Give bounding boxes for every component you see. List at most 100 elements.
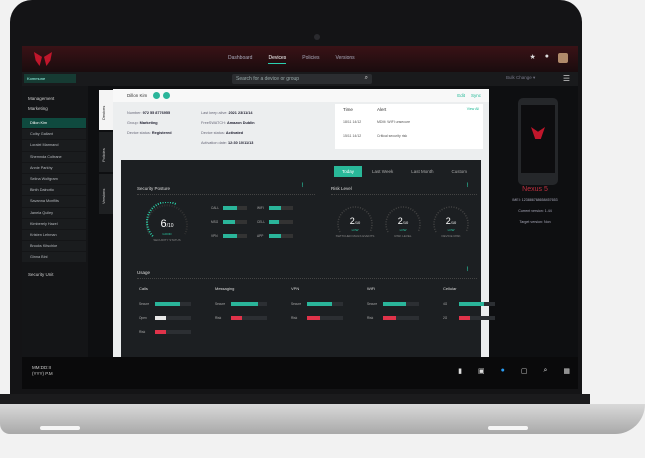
usage-bar-fill <box>383 302 407 306</box>
notification-bell-icon[interactable]: ● <box>545 53 549 63</box>
company-select[interactable]: Kommune <box>24 74 76 83</box>
search-input[interactable]: Search for a device or group ⌕ <box>232 74 372 84</box>
laptop-bezel: Dashboard Devices Policies Versions ★ ● … <box>10 0 582 400</box>
taskbar-clock: MM:DD:II (YYY) P.M <box>32 365 53 377</box>
usage-row-label: Open <box>139 316 147 320</box>
usage-row: Secure <box>367 302 419 306</box>
current-version: Current version: 1.44 <box>518 209 552 213</box>
timeframe-today[interactable]: Today <box>334 166 363 177</box>
timeframe-tabs: Today Last Week Last Month Custom <box>334 166 475 177</box>
list-item[interactable]: Savanna Mcnflits <box>22 196 86 208</box>
list-item[interactable]: Colby Gallant <box>22 129 86 141</box>
security-item-label: CELL <box>257 220 265 224</box>
timeframe-last-month[interactable]: Last Month <box>403 166 441 177</box>
list-item[interactable]: Kimberely Hazel <box>22 219 86 230</box>
security-item: MSG <box>211 220 247 224</box>
chart-icon[interactable]: ⌇ <box>301 182 304 189</box>
bulk-change-label: Bulk Change <box>506 75 532 80</box>
avatar[interactable] <box>558 53 568 63</box>
list-item[interactable]: Selina Wolfgram <box>22 174 86 186</box>
brand-logo-icon <box>34 52 52 66</box>
timeframe-last-week[interactable]: Last Week <box>364 166 401 177</box>
usage-row-label: Secure <box>139 302 150 306</box>
divider <box>137 278 477 279</box>
list-item[interactable]: Kristen Lehman <box>22 230 86 242</box>
nav-tab-policies[interactable]: Policies <box>302 55 319 64</box>
sync-button[interactable]: Sync <box>471 93 481 98</box>
chart-icon[interactable]: ⌇ <box>466 182 469 189</box>
usage-bar-fill <box>459 302 485 306</box>
clock-date: (YYY) P.M <box>32 371 53 376</box>
list-item[interactable]: Binth Dalnotto <box>22 185 86 197</box>
usage-bar-fill <box>231 316 242 320</box>
tab-devices[interactable]: Devices <box>99 90 113 130</box>
timeframe-custom[interactable]: Custom <box>443 166 475 177</box>
nav-tab-dashboard[interactable]: Dashboard <box>228 55 252 64</box>
usage-row: Secure <box>215 302 267 306</box>
apps-icon[interactable]: ▦ <box>563 367 570 375</box>
message-icon[interactable] <box>163 92 170 99</box>
nav-tab-devices[interactable]: Devices <box>268 55 287 64</box>
usage-bar-fill <box>307 316 320 320</box>
security-item-label: WIFI <box>257 206 264 210</box>
info-devstatus: Device status: Activated <box>201 131 244 135</box>
file-icon[interactable]: ▮ <box>458 367 462 375</box>
alert-text: Critical security risk <box>377 134 408 138</box>
usage-row-label: Risk <box>367 316 374 320</box>
usage-title: Usage <box>137 270 151 275</box>
list-item[interactable]: Ginna Binl <box>22 252 86 264</box>
nav-tab-versions[interactable]: Versions <box>336 55 355 64</box>
usage-row: Risk <box>139 330 191 334</box>
list-item[interactable]: Brooks Kitschke <box>22 241 86 253</box>
phone-icon[interactable] <box>153 92 160 99</box>
risk-value: 2/10 <box>445 216 457 226</box>
security-item-fill <box>269 220 279 224</box>
edit-button[interactable]: Edit <box>457 93 465 98</box>
sidebar-group-management[interactable]: Management <box>28 96 86 101</box>
usage-row: 2G <box>443 316 495 320</box>
sidebar-group-security-unit[interactable]: Security Unit <box>28 272 86 277</box>
usage-row-label: 4G <box>443 302 448 306</box>
usage-bar-fill <box>383 316 396 320</box>
security-value: 6/10 <box>160 218 174 230</box>
folder-icon[interactable]: ▣ <box>478 367 485 375</box>
window-icon[interactable]: ▢ <box>521 367 528 375</box>
tab-versions[interactable]: Versions <box>99 174 113 214</box>
device-imei: IMEI: 123886768658457653 <box>512 198 558 202</box>
search-icon[interactable]: ⌕ <box>365 75 368 82</box>
device-details: Nexus 5 IMEI: 123886768658457653 Current… <box>492 184 578 228</box>
search-icon[interactable]: ⌕ <box>543 367 547 375</box>
search-placeholder: Search for a device or group <box>236 76 300 82</box>
list-item[interactable]: Shemnda Coltrane <box>22 152 86 163</box>
security-item: CALL <box>211 206 247 210</box>
hinge-clip <box>40 426 80 430</box>
info-keepalive: Last keep alive: 2021 23/11/14 <box>201 111 253 115</box>
usage-bar <box>307 302 343 306</box>
usage-bar <box>383 302 419 306</box>
star-icon[interactable]: ★ <box>529 53 535 63</box>
usage-bar-fill <box>231 302 258 306</box>
list-item[interactable]: Janela Quiley <box>22 208 86 219</box>
view-all-link[interactable]: View All <box>467 107 479 111</box>
device-panel: Dillon Kim Edit Sync Number: 972 55 8776… <box>113 89 495 386</box>
alerts-box: Time Alert View All 18/11 14/12 MDM: WIF… <box>335 104 483 149</box>
usage-row: Secure <box>291 302 343 306</box>
browser-icon[interactable]: ● <box>501 367 505 375</box>
security-posture-title: Security Posture <box>137 186 171 191</box>
bulk-change-dropdown[interactable]: Bulk Change ▾ <box>506 75 535 81</box>
usage-row-label: Risk <box>215 316 222 320</box>
group-label: Management <box>28 96 55 101</box>
chart-icon[interactable]: ⌇ <box>466 266 469 273</box>
sidebar: Management Marketing Dillon Kim Colby Ga… <box>22 86 88 382</box>
info-group: Group: Marketing <box>127 121 158 125</box>
list-item[interactable]: Dillon Kim <box>22 118 86 130</box>
list-item[interactable]: Loralei Marmand <box>22 140 86 152</box>
tab-policies[interactable]: Policies <box>99 132 113 172</box>
divider <box>331 194 477 195</box>
sidebar-group-marketing[interactable]: Marketing <box>28 106 86 111</box>
security-item: APP <box>257 234 293 238</box>
list-item[interactable]: Annie Parkhy <box>22 163 86 174</box>
security-item-fill <box>269 234 281 238</box>
menu-icon[interactable]: ☰ <box>563 74 570 83</box>
security-item-label: CALL <box>211 206 219 210</box>
